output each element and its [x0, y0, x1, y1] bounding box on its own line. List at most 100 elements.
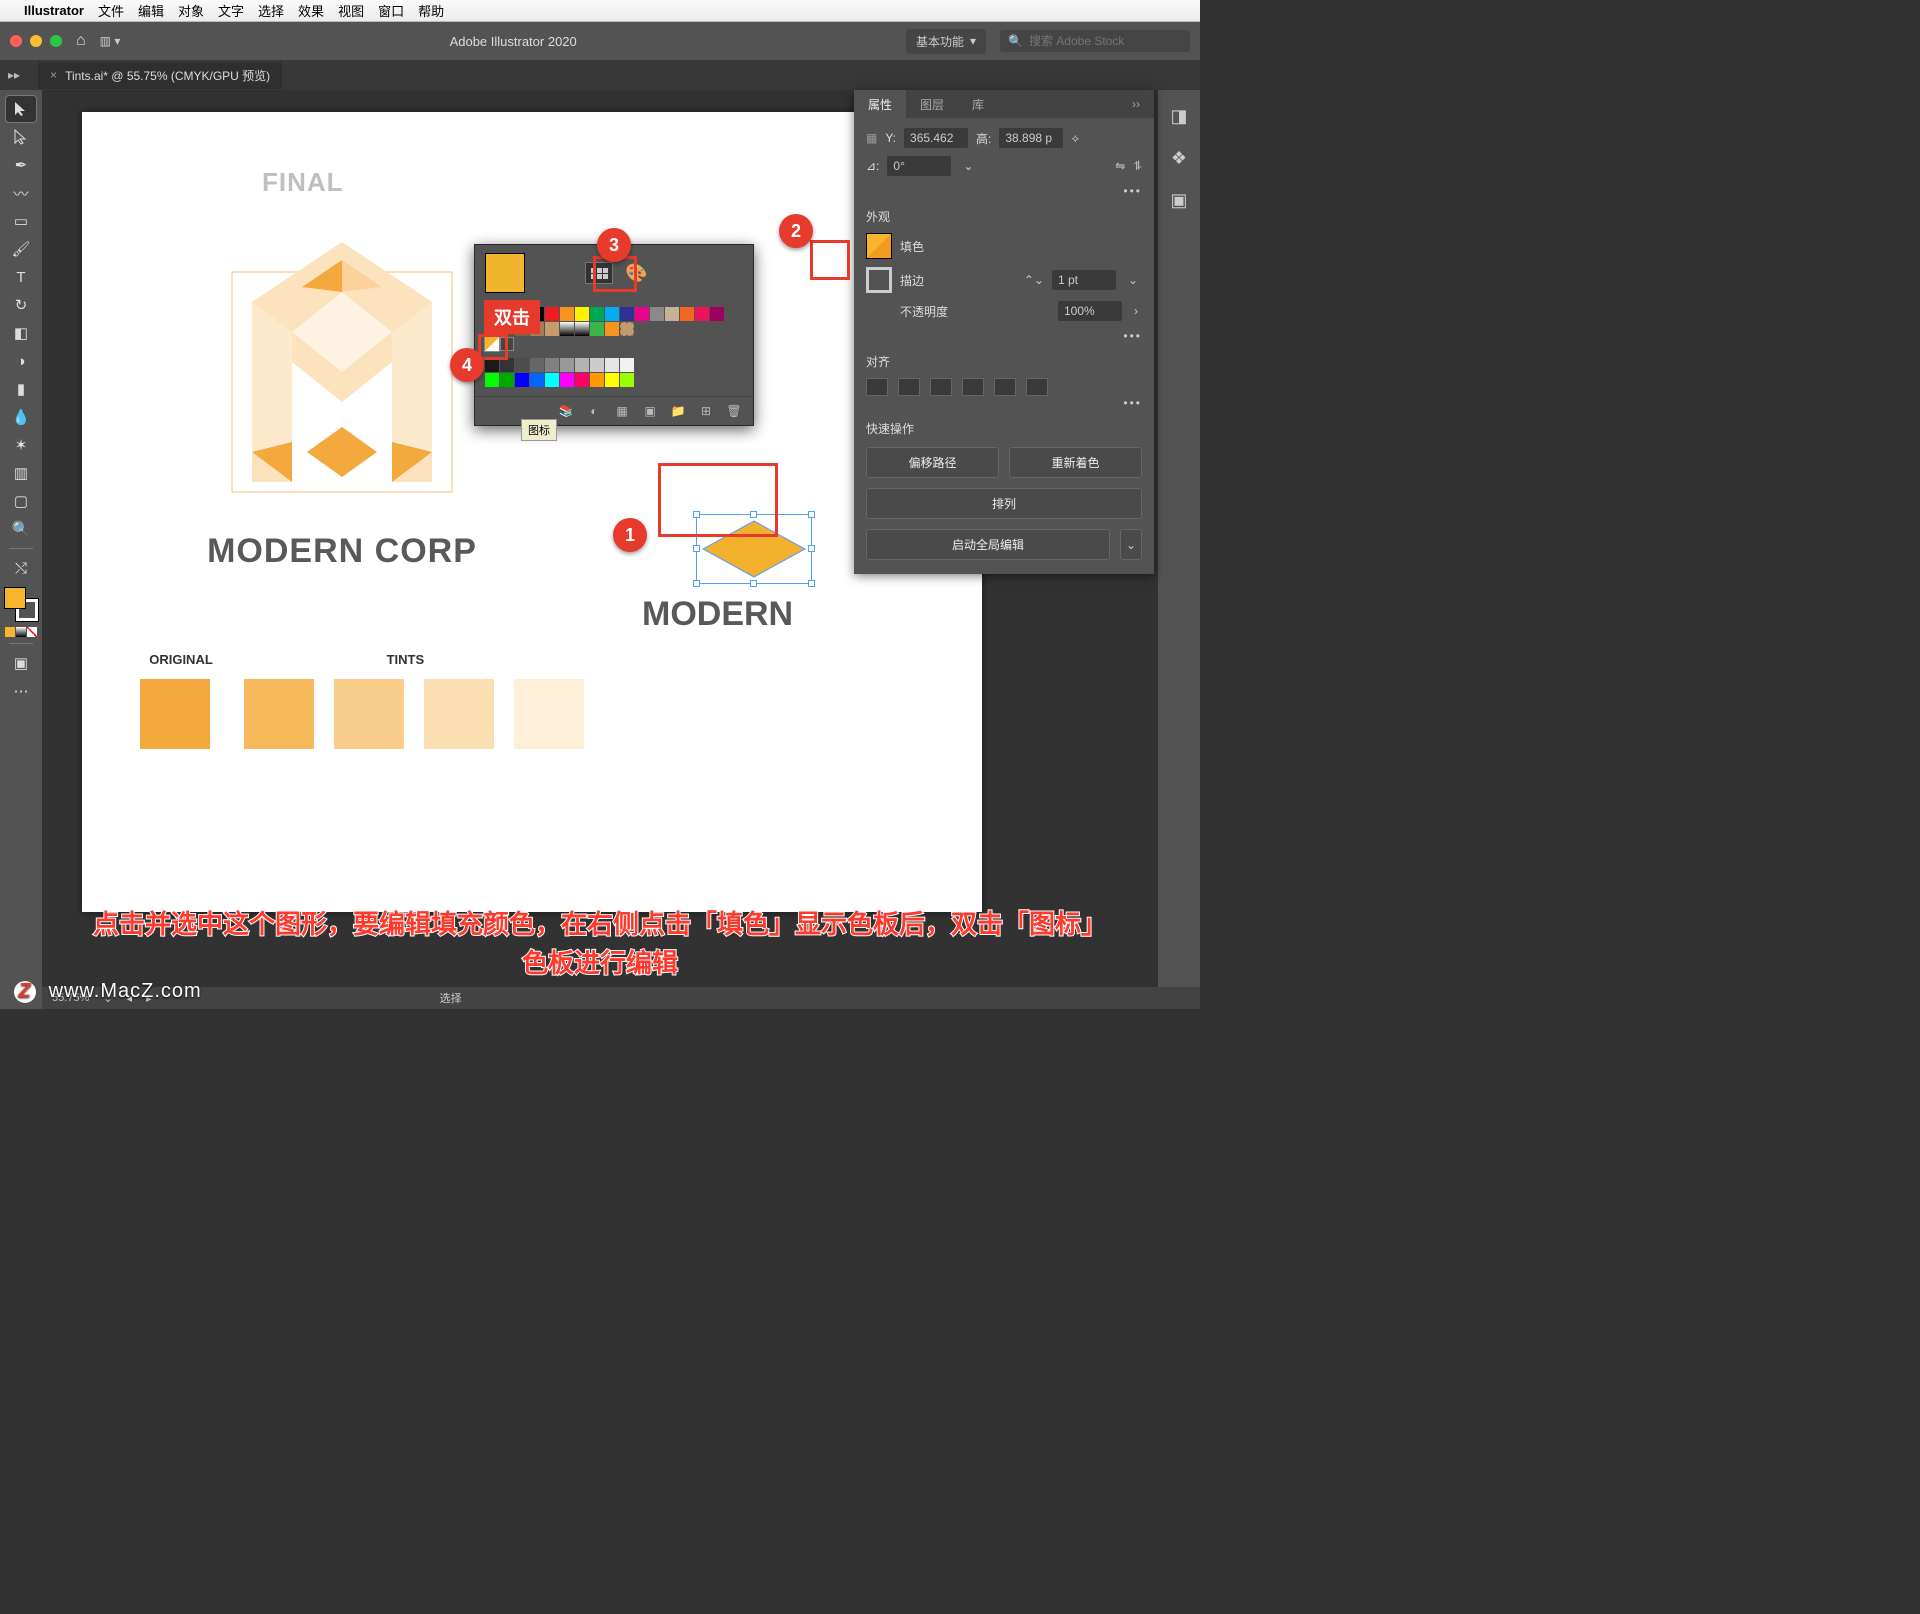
artboard[interactable]: FINAL	[82, 112, 982, 912]
swatch-tint-4[interactable]	[514, 679, 584, 749]
appearance-more-icon[interactable]: •••	[866, 329, 1142, 343]
flip-horizontal-icon[interactable]: ⇋	[1115, 159, 1125, 173]
new-swatch-folder-icon[interactable]: 📁	[669, 403, 687, 419]
angle-value[interactable]: 0°	[887, 156, 951, 176]
align-bottom-icon[interactable]	[1026, 378, 1048, 396]
tab-libraries[interactable]: 库	[958, 90, 998, 118]
shape-builder-tool[interactable]: ◑	[6, 348, 36, 374]
new-swatch-icon[interactable]: ⊞	[697, 403, 715, 419]
align-right-icon[interactable]	[930, 378, 952, 396]
close-tab-icon[interactable]: ×	[50, 68, 57, 82]
pen-tool[interactable]: ✒	[6, 152, 36, 178]
arrange-docs-icon[interactable]: ▥ ▾	[100, 34, 121, 48]
swatch-gray[interactable]	[500, 358, 514, 372]
menu-edit[interactable]: 编辑	[138, 1, 164, 20]
align-hcenter-icon[interactable]	[898, 378, 920, 396]
swatch-gray[interactable]	[560, 358, 574, 372]
swatch-gray[interactable]	[605, 358, 619, 372]
app-menu[interactable]: Illustrator	[24, 3, 84, 18]
y-value[interactable]: 365.462	[904, 128, 968, 148]
curvature-tool[interactable]: 〰	[6, 180, 36, 206]
graph-tool[interactable]: ▥	[6, 460, 36, 486]
panel-toggle-icon[interactable]: ▸▸	[8, 68, 20, 82]
swatch-gray[interactable]	[485, 358, 499, 372]
minimize-window-button[interactable]	[30, 35, 42, 47]
global-edit-menu-icon[interactable]: ⌄	[1120, 529, 1142, 560]
fill-swatch-button[interactable]	[866, 233, 892, 259]
swatch[interactable]	[605, 307, 619, 321]
opacity-label[interactable]: 不透明度	[900, 303, 948, 320]
home-icon[interactable]: ⌂	[76, 32, 86, 50]
fill-stroke-indicator[interactable]	[4, 587, 38, 621]
swatch-bright[interactable]	[575, 373, 589, 387]
swap-fill-stroke-icon[interactable]: ⤭	[6, 555, 36, 581]
swatch-tint-2[interactable]	[334, 679, 404, 749]
swatch-gray[interactable]	[620, 358, 634, 372]
swatch[interactable]	[590, 322, 604, 336]
rectangle-tool[interactable]: ▭	[6, 208, 36, 234]
opacity-value[interactable]: 100%	[1058, 301, 1122, 321]
transform-more-icon[interactable]: •••	[866, 184, 1142, 198]
stock-search-input[interactable]	[1029, 34, 1182, 48]
menu-window[interactable]: 窗口	[378, 1, 404, 20]
swatch-gradient[interactable]	[560, 322, 574, 336]
swatch-bright[interactable]	[500, 373, 514, 387]
link-wh-icon[interactable]: ⟡	[1071, 131, 1079, 146]
menu-type[interactable]: 文字	[218, 1, 244, 20]
swatch[interactable]	[650, 307, 664, 321]
swatch-tint-3[interactable]	[424, 679, 494, 749]
swatch[interactable]	[635, 307, 649, 321]
swatch[interactable]	[710, 307, 724, 321]
swatch[interactable]	[620, 307, 634, 321]
delete-swatch-icon[interactable]: 🗑	[725, 403, 743, 419]
swatch-original[interactable]	[140, 679, 210, 749]
libraries-dock-icon[interactable]: ▣	[1167, 188, 1191, 212]
menu-select[interactable]: 选择	[258, 1, 284, 20]
chevron-down-icon[interactable]: ⌄	[1124, 273, 1142, 287]
swatch-bright[interactable]	[515, 373, 529, 387]
flip-vertical-icon[interactable]: ⥮	[1133, 159, 1142, 174]
swatch[interactable]	[665, 307, 679, 321]
chevron-down-icon[interactable]: ⌄	[959, 159, 977, 173]
fullscreen-window-button[interactable]	[50, 35, 62, 47]
menu-effect[interactable]: 效果	[298, 1, 324, 20]
color-mode-row[interactable]	[5, 627, 37, 637]
swatch-tint-1[interactable]	[244, 679, 314, 749]
swatch-gray[interactable]	[545, 358, 559, 372]
document-tab[interactable]: × Tints.ai* @ 55.75% (CMYK/GPU 预览)	[38, 62, 282, 89]
swatch-libraries-icon[interactable]: 📚	[557, 403, 575, 419]
current-fill-preview[interactable]	[485, 253, 525, 293]
swatch[interactable]	[545, 322, 559, 336]
symbol-sprayer-tool[interactable]: ✶	[6, 432, 36, 458]
layers-dock-icon[interactable]: ❖	[1167, 146, 1191, 170]
stroke-stepper-icon[interactable]: ⌃⌄	[1024, 273, 1044, 287]
arrange-button[interactable]: 排列	[866, 488, 1142, 519]
swatch-bright[interactable]	[605, 373, 619, 387]
menu-help[interactable]: 帮助	[418, 1, 444, 20]
panel-collapse-icon[interactable]: ››	[1118, 90, 1154, 118]
swatch-pattern[interactable]	[620, 322, 634, 336]
new-color-group-icon[interactable]: ▣	[641, 403, 659, 419]
align-left-icon[interactable]	[866, 378, 888, 396]
fill-box[interactable]	[4, 587, 26, 609]
swatch-bright[interactable]	[560, 373, 574, 387]
rotate-tool[interactable]: ↻	[6, 292, 36, 318]
global-edit-button[interactable]: 启动全局编辑	[866, 529, 1110, 560]
selection-tool[interactable]	[6, 96, 36, 122]
tab-properties[interactable]: 属性	[854, 90, 906, 118]
swatch-kind-icon[interactable]: ◐	[585, 403, 603, 419]
swatch-gray[interactable]	[530, 358, 544, 372]
swatch[interactable]	[575, 307, 589, 321]
stroke-swatch-button[interactable]	[866, 267, 892, 293]
align-top-icon[interactable]	[962, 378, 984, 396]
zoom-tool[interactable]: 🔍	[6, 516, 36, 542]
swatch-gradient[interactable]	[575, 322, 589, 336]
recolor-button[interactable]: 重新着色	[1009, 447, 1142, 478]
artboard-tool[interactable]: ▢	[6, 488, 36, 514]
align-more-icon[interactable]: •••	[866, 396, 1142, 410]
edit-toolbar-icon[interactable]: ⋯	[6, 678, 36, 704]
swatch[interactable]	[590, 307, 604, 321]
stroke-label[interactable]: 描边	[900, 272, 924, 289]
gradient-tool[interactable]: ▮	[6, 376, 36, 402]
swatch-gray[interactable]	[575, 358, 589, 372]
